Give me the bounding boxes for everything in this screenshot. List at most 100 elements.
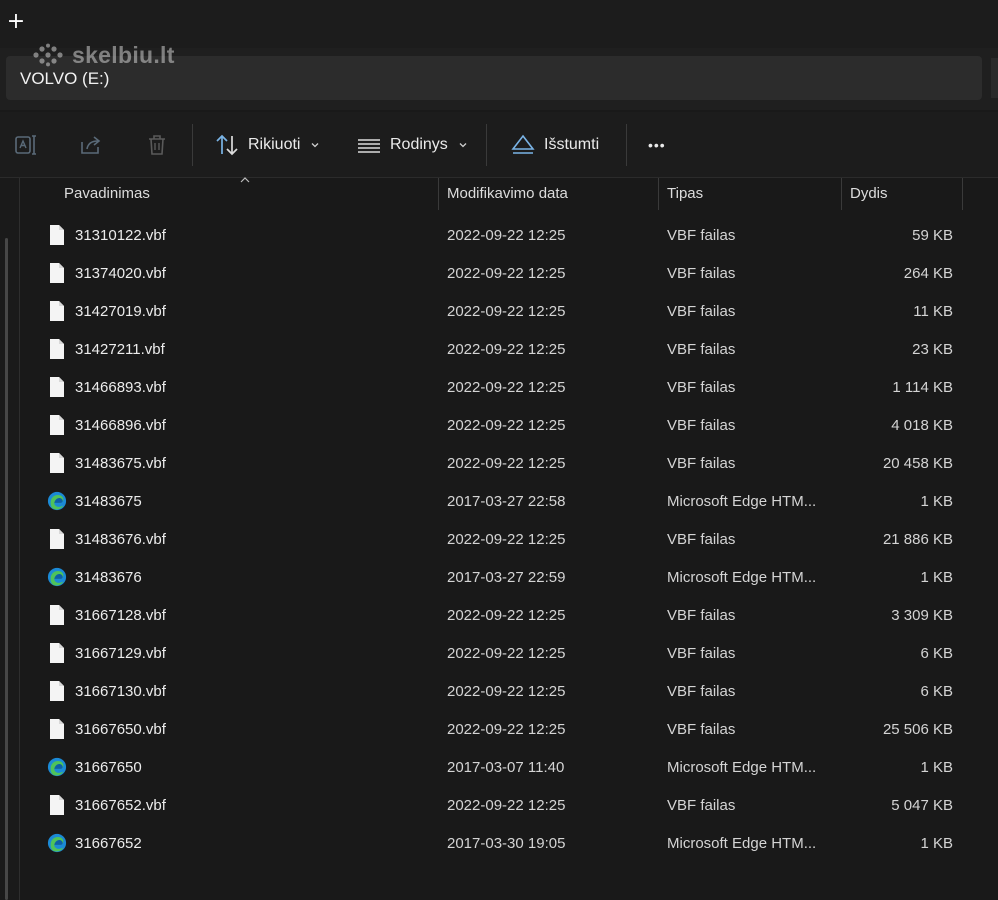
file-type: VBF failas <box>667 645 736 662</box>
toolbar-separator <box>192 124 193 166</box>
file-row[interactable]: 31667130.vbf 2022-09-22 12:25 VBF failas 6 … <box>21 673 998 711</box>
file-row[interactable]: 31667652.vbf 2022-09-22 12:25 VBF failas 5 … <box>21 787 998 825</box>
more-icon: ••• <box>648 137 666 153</box>
file-icon <box>47 414 67 436</box>
file-icon <box>47 376 67 398</box>
file-name: 31667650 <box>75 759 142 776</box>
file-row[interactable]: 31483675.vbf 2022-09-22 12:25 VBF failas 20… <box>21 445 998 483</box>
eject-label: Išstumti <box>544 136 600 153</box>
file-list: Pavadinimas Modifikavimo data Tipas Dydi… <box>21 177 998 900</box>
address-path[interactable]: VOLVO (E:) <box>20 69 109 89</box>
file-size: 1 KB <box>920 759 953 776</box>
file-name: 31667129.vbf <box>75 645 166 662</box>
view-label: Rodinys <box>390 136 448 153</box>
file-row[interactable]: 31667129.vbf 2022-09-22 12:25 VBF failas 6 … <box>21 635 998 673</box>
column-header-type[interactable]: Tipas <box>667 185 703 202</box>
file-size: 6 KB <box>920 645 953 662</box>
file-name: 31667652 <box>75 835 142 852</box>
chevron-down-icon <box>312 143 319 148</box>
column-header-modified[interactable]: Modifikavimo data <box>447 185 568 202</box>
share-button[interactable] <box>78 130 104 160</box>
edge-icon <box>47 490 67 512</box>
delete-button[interactable] <box>144 130 170 160</box>
column-header-size[interactable]: Dydis <box>850 185 888 202</box>
file-row[interactable]: 31427019.vbf 2022-09-22 12:25 VBF failas 11… <box>21 293 998 331</box>
file-type: VBF failas <box>667 265 736 282</box>
file-size: 23 KB <box>912 341 953 358</box>
file-type: VBF failas <box>667 455 736 472</box>
sort-label: Rikiuoti <box>248 136 301 153</box>
file-icon <box>47 338 67 360</box>
file-type: VBF failas <box>667 303 736 320</box>
file-type: VBF failas <box>667 721 736 738</box>
file-row[interactable]: 31667128.vbf 2022-09-22 12:25 VBF failas 3 … <box>21 597 998 635</box>
file-row[interactable]: 31667650 2017-03-07 11:40 Microsoft Edge H… <box>21 749 998 787</box>
file-icon <box>47 642 67 664</box>
file-type: Microsoft Edge HTM... <box>667 569 817 586</box>
file-name: 31483676.vbf <box>75 531 166 548</box>
file-name: 31427019.vbf <box>75 303 166 320</box>
file-size: 6 KB <box>920 683 953 700</box>
file-icon <box>47 680 67 702</box>
file-type: VBF failas <box>667 417 736 434</box>
file-row[interactable]: 31466893.vbf 2022-09-22 12:25 VBF failas 1 … <box>21 369 998 407</box>
share-icon <box>81 136 101 154</box>
file-row[interactable]: 31667650.vbf 2022-09-22 12:25 VBF failas 25… <box>21 711 998 749</box>
file-icon <box>47 300 67 322</box>
file-modified-date: 2022-09-22 12:25 <box>447 227 566 244</box>
edge-icon <box>47 832 67 854</box>
file-size: 4 018 KB <box>891 417 953 434</box>
file-modified-date: 2022-09-22 12:25 <box>447 379 566 396</box>
file-modified-date: 2017-03-07 11:40 <box>447 759 565 776</box>
file-row[interactable]: 31466896.vbf 2022-09-22 12:25 VBF failas 4 … <box>21 407 998 445</box>
column-divider[interactable] <box>438 178 439 210</box>
file-rows: 31310122.vbf 2022-09-22 12:25 VBF failas 59… <box>21 217 998 863</box>
file-name: 31466896.vbf <box>75 417 166 434</box>
file-size: 264 KB <box>903 265 953 282</box>
file-name: 31667650.vbf <box>75 721 166 738</box>
view-button[interactable]: Rodinys <box>356 130 468 160</box>
column-divider[interactable] <box>962 178 963 210</box>
file-name: 31483676 <box>75 569 142 586</box>
column-header-row: Pavadinimas Modifikavimo data Tipas Dydi… <box>21 177 998 212</box>
command-bar: Rikiuoti Rodinys Išstumti ••• <box>0 112 998 178</box>
file-name: 31667128.vbf <box>75 607 166 624</box>
file-modified-date: 2017-03-27 22:58 <box>447 493 566 510</box>
file-name: 31483675 <box>75 493 142 510</box>
file-type: Microsoft Edge HTM... <box>667 493 817 510</box>
file-name: 31310122.vbf <box>75 227 166 244</box>
file-size: 1 KB <box>920 493 953 510</box>
file-size: 1 KB <box>920 569 953 586</box>
view-icon <box>358 139 380 153</box>
file-size: 1 KB <box>920 835 953 852</box>
column-header-name[interactable]: Pavadinimas <box>64 185 150 202</box>
file-icon <box>47 452 67 474</box>
eject-button[interactable]: Išstumti <box>510 130 599 160</box>
sort-button[interactable]: Rikiuoti <box>214 130 320 160</box>
file-modified-date: 2022-09-22 12:25 <box>447 607 566 624</box>
watermark-text: skelbiu.lt <box>72 41 175 68</box>
file-icon <box>47 718 67 740</box>
column-divider[interactable] <box>841 178 842 210</box>
file-size: 21 886 KB <box>882 531 953 548</box>
edge-icon <box>47 566 67 588</box>
file-name: 31374020.vbf <box>75 265 166 282</box>
file-row[interactable]: 31667652 2017-03-30 19:05 Microsoft Edge H… <box>21 825 998 863</box>
rename-button[interactable] <box>14 130 40 160</box>
more-options-button[interactable]: ••• <box>648 130 666 160</box>
file-row[interactable]: 31483676 2017-03-27 22:59 Microsoft Edge H… <box>21 559 998 597</box>
file-type: VBF failas <box>667 227 736 244</box>
column-divider[interactable] <box>658 178 659 210</box>
new-tab-button[interactable]: + <box>6 11 26 33</box>
file-size: 5 047 KB <box>891 797 953 814</box>
file-type: VBF failas <box>667 379 736 396</box>
chevron-down-icon <box>459 143 467 148</box>
file-name: 31667130.vbf <box>75 683 166 700</box>
file-row[interactable]: 31483676.vbf 2022-09-22 12:25 VBF failas 21… <box>21 521 998 559</box>
file-row[interactable]: 31374020.vbf 2022-09-22 12:25 VBF failas 26… <box>21 255 998 293</box>
file-modified-date: 2022-09-22 12:25 <box>447 645 566 662</box>
file-row[interactable]: 31310122.vbf 2022-09-22 12:25 VBF failas 59… <box>21 217 998 255</box>
file-row[interactable]: 31483675 2017-03-27 22:58 Microsoft Edge H… <box>21 483 998 521</box>
file-row[interactable]: 31427211.vbf 2022-09-22 12:25 VBF failas 23… <box>21 331 998 369</box>
navigation-scrollbar[interactable] <box>5 238 8 900</box>
